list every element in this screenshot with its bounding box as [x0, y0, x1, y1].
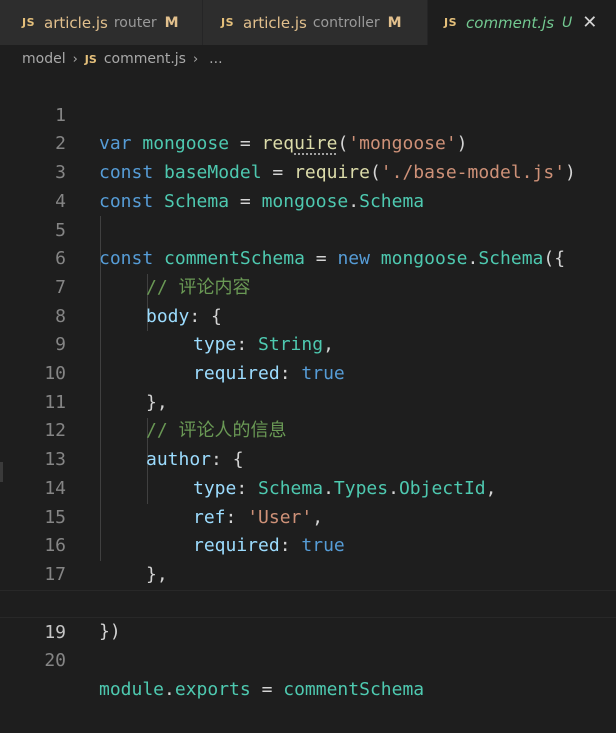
- code-line: 6 // 评论内容: [0, 217, 616, 298]
- chevron-right-icon: ›: [72, 51, 78, 67]
- javascript-file-icon: JS: [444, 16, 458, 29]
- code-line: 7 body: {: [0, 245, 616, 327]
- code-line: 15 required: true: [0, 475, 616, 557]
- modified-badge: M: [164, 14, 179, 31]
- code-line: 4: [0, 159, 616, 212]
- close-icon[interactable]: ✕: [582, 13, 597, 32]
- tab-filename: comment.js: [466, 13, 555, 32]
- tab-description: controller: [312, 14, 380, 31]
- line-number: 20: [44, 650, 66, 671]
- code-line: 10 },: [0, 331, 616, 413]
- code-line-current[interactable]: 19: [0, 589, 616, 643]
- tab-filename: article.js: [44, 13, 108, 32]
- code-line: 20 module.exports = commentSchema: [0, 618, 616, 700]
- line-content: module.exports = commentSchema: [99, 678, 425, 700]
- code-line: 9 required: true: [0, 303, 616, 384]
- code-line: 17 ...baseModel: [0, 532, 616, 614]
- javascript-file-icon: JS: [84, 52, 97, 66]
- tab-article-controller[interactable]: JS article.js controller M: [203, 0, 427, 45]
- code-line: 3 const Schema = mongoose.Schema: [0, 130, 616, 212]
- code-line: 18 }): [0, 561, 616, 643]
- javascript-file-icon: JS: [22, 16, 36, 29]
- tab-filename: article.js: [243, 13, 307, 32]
- tab-bar: JS article.js router M JS article.js con…: [0, 0, 616, 45]
- code-line: 1 var mongoose = require('mongoose'): [0, 73, 616, 155]
- breadcrumb-file[interactable]: comment.js: [104, 51, 186, 67]
- code-editor[interactable]: 1 var mongoose = require('mongoose') 2 c…: [0, 73, 616, 700]
- code-line: 12 author: {: [0, 389, 616, 470]
- gutter-marker: [0, 462, 3, 482]
- chevron-right-icon: ›: [192, 51, 199, 67]
- code-line: 8 type: String,: [0, 274, 616, 356]
- modified-badge: M: [387, 14, 402, 31]
- untracked-badge: U: [562, 14, 573, 31]
- code-line: 13 type: Schema.Types.ObjectId,: [0, 417, 616, 499]
- tab-article-router[interactable]: JS article.js router M: [0, 0, 202, 45]
- tab-description: router: [113, 14, 157, 31]
- code-line: 2 const baseModel = require('./base-mode…: [0, 102, 616, 183]
- breadcrumb-folder[interactable]: model: [22, 51, 66, 67]
- code-line: 11 // 评论人的信息: [0, 360, 616, 442]
- breadcrumb: model › JS comment.js › ...: [0, 45, 616, 73]
- breadcrumb-symbols[interactable]: ...: [209, 51, 222, 67]
- code-line: 16 },: [0, 504, 616, 585]
- code-line: 14 ref: 'User',: [0, 446, 616, 528]
- code-line: 5 const commentSchema = new mongoose.Sch…: [0, 188, 616, 270]
- javascript-file-icon: JS: [221, 16, 235, 29]
- tab-comment[interactable]: JS comment.js U ✕: [428, 0, 616, 45]
